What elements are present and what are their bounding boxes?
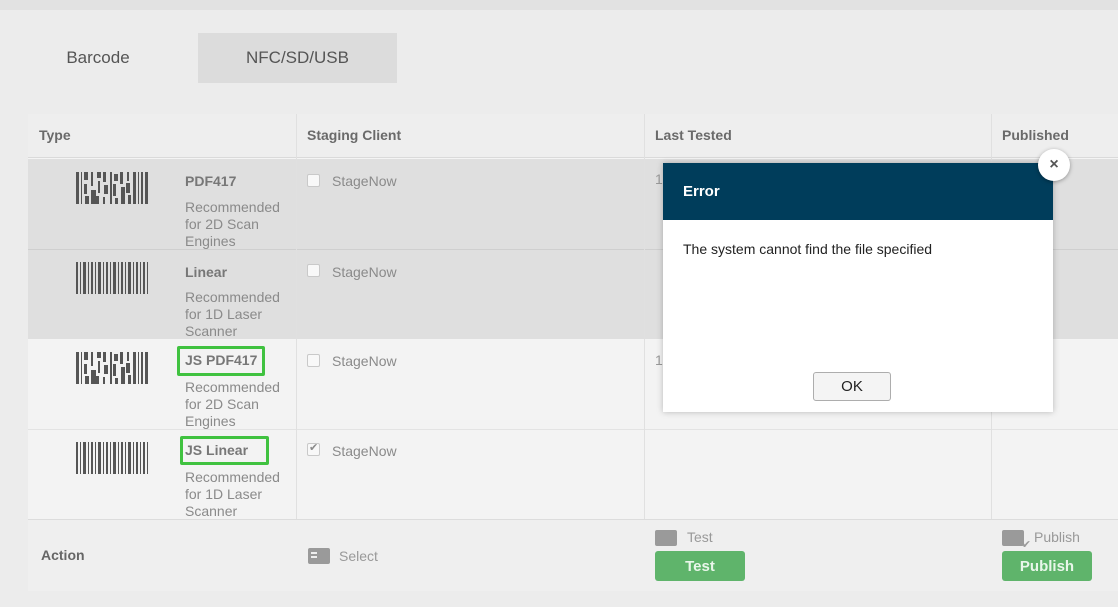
publish-label: Publish (1034, 529, 1080, 545)
header-last-tested: Last Tested (644, 114, 991, 158)
dialog-header: Error (663, 163, 1053, 220)
type-description: Recommended for 2D Scan Engines (185, 199, 280, 249)
top-strip (0, 0, 1118, 10)
type-description: Recommended for 2D Scan Engines (185, 379, 280, 429)
pdf417-barcode-icon (76, 172, 148, 204)
ok-button[interactable]: OK (813, 372, 891, 401)
header-type: Type (28, 114, 296, 158)
close-icon[interactable]: × (1038, 149, 1070, 181)
last-tested-value: 1 (655, 171, 663, 187)
select-label[interactable]: Select (339, 548, 378, 564)
column-divider (644, 114, 645, 520)
publish-button[interactable]: Publish (1002, 551, 1092, 581)
type-description: Recommended for 1D Laser Scanner (185, 289, 280, 339)
table-row[interactable]: JS Linear Recommended for 1D Laser Scann… (28, 430, 1118, 520)
dialog-title: Error (683, 183, 720, 200)
test-icon (655, 530, 677, 546)
linear-barcode-icon (76, 442, 148, 474)
column-divider (296, 114, 297, 520)
staging-client-checkbox[interactable] (307, 264, 320, 277)
staging-client-checkbox[interactable] (307, 354, 320, 367)
staging-client-label: StageNow (332, 173, 397, 189)
type-description: Recommended for 1D Laser Scanner (185, 469, 280, 519)
staging-client-label: StageNow (332, 443, 397, 459)
last-tested-value: 1 (655, 352, 663, 368)
test-button[interactable]: Test (655, 551, 745, 581)
tab-nfc-sd-usb[interactable]: NFC/SD/USB (198, 33, 397, 83)
error-dialog: Error The system cannot find the file sp… (663, 163, 1053, 412)
type-name: PDF417 (185, 173, 237, 189)
linear-barcode-icon (76, 262, 148, 294)
type-name: JS PDF417 (185, 352, 258, 368)
test-label: Test (687, 529, 713, 545)
pdf417-barcode-icon (76, 352, 148, 384)
type-name: Linear (185, 264, 228, 280)
staging-client-checkbox[interactable] (307, 441, 320, 456)
staging-client-label: StageNow (332, 353, 397, 369)
page: Barcode NFC/SD/USB Type Staging Client L… (0, 0, 1118, 607)
type-name: JS Linear (185, 442, 249, 458)
header-staging-client: Staging Client (296, 114, 644, 158)
action-row: Action Select Test Test Publish Publish (28, 519, 1118, 591)
publish-icon (1002, 530, 1031, 551)
staging-client-label: StageNow (332, 264, 397, 280)
select-icon[interactable] (308, 548, 330, 564)
staging-client-checkbox[interactable] (307, 174, 320, 187)
dialog-message: The system cannot find the file specifie… (683, 241, 933, 257)
tab-barcode[interactable]: Barcode (0, 33, 196, 83)
action-label: Action (41, 547, 85, 563)
